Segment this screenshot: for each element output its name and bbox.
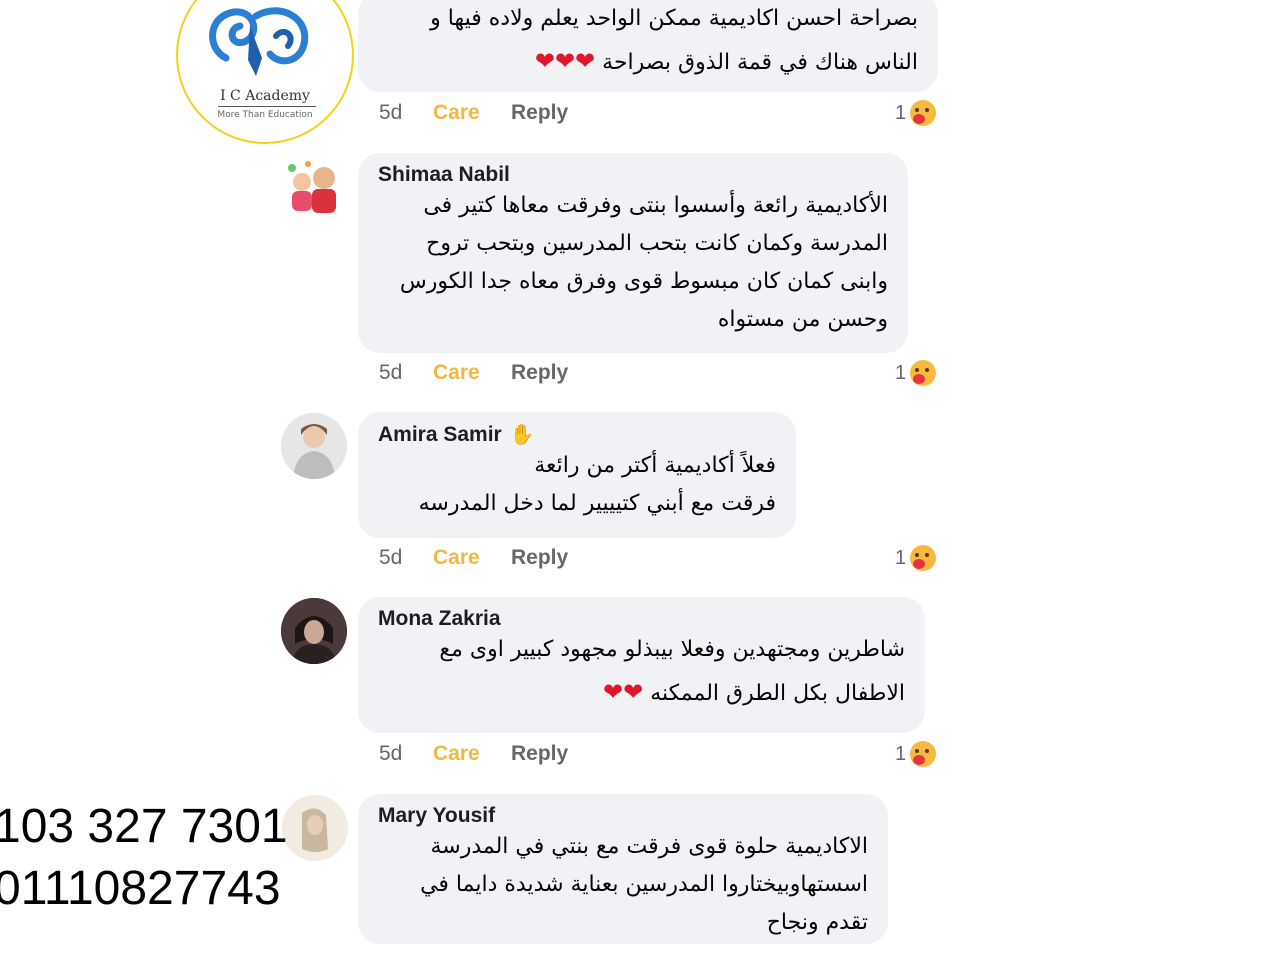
- comment-actions: 5d Care Reply: [379, 742, 568, 766]
- logo-divider: [218, 106, 316, 107]
- comment-text: الناس هناك في قمة الذوق بصراحة ❤❤❤: [378, 38, 918, 82]
- reaction-count[interactable]: 1: [895, 741, 937, 767]
- reply-button[interactable]: Reply: [511, 101, 568, 125]
- comment-time: 5d: [379, 546, 403, 569]
- comment-text: اسستهاوبيختاروا المدرسين بعناية شديدة دا…: [420, 872, 868, 897]
- comment-text: فرقت مع أبني كتيييير لما دخل المدرسه: [418, 491, 776, 516]
- comment-bubble: Mona Zakria شاطرين ومجتهدين وفعلا بيبذلو…: [358, 597, 925, 733]
- reaction-count-number: 1: [895, 546, 907, 569]
- comment-text: المدرسة وكمان كانت بتحب المدرسين وبتحب ت…: [426, 231, 888, 256]
- comment-author[interactable]: Amira Samir ✋: [378, 422, 776, 447]
- care-reaction-button[interactable]: Care: [433, 361, 511, 385]
- avatar-person-icon: [281, 598, 347, 664]
- logo-tagline: More Than Education: [217, 110, 313, 120]
- comment-bubble: بصراحة احسن اكاديمية ممكن الواحد يعلم ول…: [358, 0, 938, 92]
- care-reaction-button[interactable]: Care: [433, 742, 511, 766]
- comment-author[interactable]: Shimaa Nabil: [378, 163, 888, 187]
- care-emoji-icon: [910, 360, 937, 386]
- comment-text: شاطرين ومجتهدين وفعلا بيبذلو مجهود كبيير…: [439, 637, 905, 662]
- reply-button[interactable]: Reply: [511, 546, 568, 570]
- reaction-count[interactable]: 1: [895, 360, 937, 386]
- comment-time: 5d: [379, 742, 403, 765]
- reaction-count[interactable]: 1: [895, 100, 937, 126]
- phone-numbers: 103 327 7301 01110827743: [0, 796, 288, 920]
- comment-author-name[interactable]: Amira Samir: [378, 423, 502, 447]
- reply-button[interactable]: Reply: [511, 361, 568, 385]
- logo-name: I C Academy: [220, 88, 310, 104]
- care-reaction-button[interactable]: Care: [433, 546, 511, 570]
- comment-author[interactable]: Mona Zakria: [378, 607, 905, 631]
- reaction-count[interactable]: 1: [895, 545, 937, 571]
- reaction-count-number: 1: [895, 361, 907, 384]
- comment-author[interactable]: Mary Yousif: [378, 804, 868, 828]
- wave-hand-icon: ✋: [509, 424, 535, 446]
- avatar-book-icon: [282, 795, 348, 861]
- reaction-count-number: 1: [895, 742, 907, 765]
- comment-text-line: الاطفال بكل الطرق الممكنه: [650, 681, 905, 706]
- phone-number[interactable]: 103 327 7301: [0, 796, 288, 858]
- avatar[interactable]: [281, 413, 347, 479]
- avatar[interactable]: [282, 795, 348, 861]
- avatar[interactable]: [281, 598, 347, 664]
- comment-text: وابنى كمان كان مبسوط قوى وفرق معاه جدا ا…: [399, 269, 888, 294]
- comment-time: 5d: [379, 361, 403, 384]
- comment-bubble: Amira Samir ✋ فعلاً أكاديمية أكتر من رائ…: [358, 412, 796, 538]
- comment-text: الأكاديمية رائعة وأسسوا بنتى وفرقت معاها…: [423, 193, 888, 218]
- care-reaction-button[interactable]: Care: [433, 101, 511, 125]
- logo-mark-icon: [209, 7, 309, 76]
- comment-actions: 5d Care Reply: [379, 546, 568, 570]
- comment-text: الاطفال بكل الطرق الممكنه ❤❤: [378, 669, 905, 713]
- reaction-count-number: 1: [895, 101, 907, 124]
- comment-time: 5d: [379, 101, 403, 124]
- avatar[interactable]: [280, 154, 346, 220]
- comment-author-name[interactable]: Mary Yousif: [378, 804, 495, 828]
- comment-text: وحسن من مستواه: [717, 307, 888, 332]
- comment-bubble: Mary Yousif الاكاديمية حلوة قوى فرقت مع …: [358, 794, 888, 944]
- heart-emoji-icon: ❤❤❤: [534, 47, 597, 75]
- comment-text: بصراحة احسن اكاديمية ممكن الواحد يعلم ول…: [430, 6, 918, 31]
- comment-text: الاكاديمية حلوة قوى فرقت مع بنتي في المد…: [430, 834, 868, 859]
- comment-text-line: الناس هناك في قمة الذوق بصراحة: [602, 50, 918, 75]
- comment-actions: 5d Care Reply: [379, 101, 568, 125]
- comment-actions: 5d Care Reply: [379, 361, 568, 385]
- avatar-kids-icon: [288, 161, 336, 213]
- care-emoji-icon: [910, 741, 937, 767]
- comment-author-name[interactable]: Mona Zakria: [378, 607, 501, 631]
- comment-text: فعلاً أكاديمية أكتر من رائعة: [534, 453, 776, 478]
- reply-button[interactable]: Reply: [511, 742, 568, 766]
- heart-emoji-icon: ❤❤: [602, 678, 645, 706]
- care-emoji-icon: [910, 545, 937, 571]
- avatar-child-icon: [281, 413, 347, 479]
- academy-logo: I C Academy More Than Education: [176, 0, 354, 144]
- comment-author-name[interactable]: Shimaa Nabil: [378, 163, 510, 187]
- comment-text: تقدم ونجاح: [766, 910, 868, 935]
- comment-bubble: Shimaa Nabil الأكاديمية رائعة وأسسوا بنت…: [358, 153, 908, 353]
- care-emoji-icon: [910, 100, 937, 126]
- phone-number[interactable]: 01110827743: [0, 858, 288, 920]
